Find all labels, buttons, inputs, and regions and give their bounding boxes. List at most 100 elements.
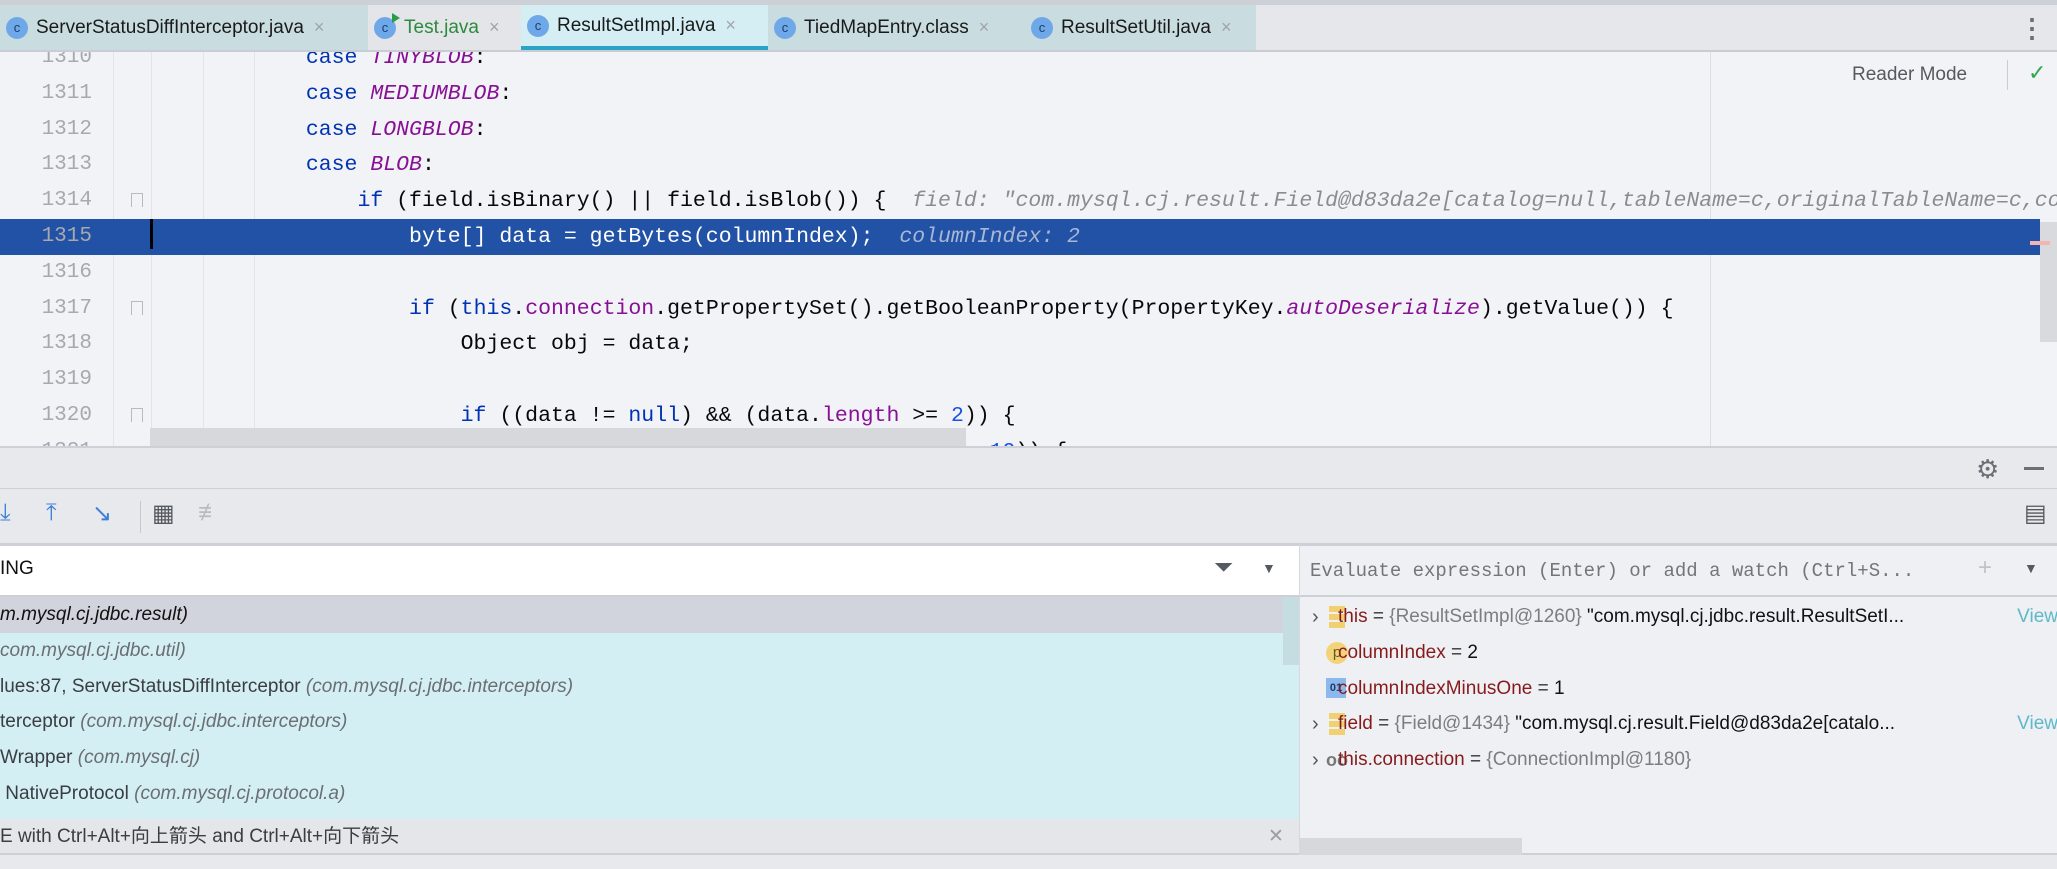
class-icon: c bbox=[774, 16, 796, 39]
editor-horizontal-scrollbar[interactable] bbox=[150, 428, 966, 446]
line-number[interactable]: 1312 bbox=[0, 112, 92, 148]
trace-stream-icon[interactable]: ≢ bbox=[198, 499, 222, 527]
line-number[interactable]: 1317 bbox=[0, 291, 92, 327]
stack-frame[interactable]: terceptor (com.mysql.cj.jdbc.interceptor… bbox=[0, 704, 1283, 740]
stack-frame[interactable]: lues:87, ServerStatusDiffInterceptor (co… bbox=[0, 669, 1283, 705]
variable-type: {ConnectionImpl@1180} bbox=[1486, 749, 1692, 771]
reader-mode-button[interactable]: Reader Mode bbox=[1852, 64, 1967, 86]
frames-filter[interactable]: ING ⏷ ▼ bbox=[0, 543, 1299, 597]
code-text: case MEDIUMBLOB: bbox=[151, 76, 512, 112]
error-stripe-mark[interactable] bbox=[2030, 241, 2050, 245]
code-text: byte[] data = getBytes(columnIndex); col… bbox=[151, 219, 1080, 255]
gear-icon[interactable]: ⚙ bbox=[1976, 454, 1999, 485]
run-to-cursor-icon[interactable]: ↘ bbox=[92, 499, 112, 528]
close-tab-icon[interactable]: × bbox=[979, 17, 990, 38]
code-token: ) && (data. bbox=[680, 404, 822, 428]
line-number[interactable]: 1318 bbox=[0, 326, 92, 362]
code-token: if bbox=[357, 189, 384, 214]
line-number[interactable]: 1311 bbox=[0, 76, 92, 112]
close-tab-icon[interactable]: × bbox=[314, 17, 325, 38]
variable-name: columnIndexMinusOne bbox=[1338, 677, 1533, 699]
line-number[interactable]: 1320 bbox=[0, 398, 92, 434]
frames-scrollbar[interactable] bbox=[1283, 597, 1299, 665]
fold-marker-icon[interactable] bbox=[131, 300, 143, 315]
variable-name: this bbox=[1338, 606, 1368, 627]
tab-tiedmapentry-class[interactable]: c TiedMapEntry.class × bbox=[768, 5, 1025, 50]
chevron-right-icon[interactable]: › bbox=[1312, 599, 1319, 635]
stack-frame[interactable]: m.mysql.cj.jdbc.result) bbox=[0, 597, 1283, 633]
code-line: 1316 bbox=[0, 255, 2040, 291]
inspection-ok-icon[interactable]: ✓ bbox=[2028, 60, 2046, 86]
frame-package: m.mysql.cj.jdbc.result) bbox=[0, 604, 188, 625]
tab-label: ServerStatusDiffInterceptor.java bbox=[36, 16, 304, 38]
thread-selector-value[interactable]: ING bbox=[0, 558, 34, 580]
add-watch-icon[interactable]: + bbox=[1978, 554, 1992, 582]
chevron-right-icon[interactable]: › bbox=[1312, 742, 1319, 778]
variable-row[interactable]: › this = {ResultSetImpl@1260} "com.mysql.… bbox=[1300, 599, 2057, 635]
variable-value: "com.mysql.cj.result.Field@d83da2e[catal… bbox=[1509, 713, 1896, 735]
stack-frame[interactable]: com.mysql.cj.jdbc.util) bbox=[0, 633, 1283, 669]
frame-package: (com.mysql.cj) bbox=[77, 747, 201, 769]
variable-row[interactable]: › field = {Field@1434} "com.mysql.cj.resu… bbox=[1300, 706, 2057, 742]
line-number[interactable]: 1313 bbox=[0, 147, 92, 183]
variable-row[interactable]: › oo this.connection = {ConnectionImpl@118… bbox=[1300, 742, 2057, 778]
code-text: if (this.connection.getPropertySet().get… bbox=[151, 291, 1673, 327]
line-number[interactable]: 1319 bbox=[0, 362, 92, 398]
line-number[interactable]: 1315 bbox=[0, 219, 92, 255]
tab-resultsetimpl-java[interactable]: c ResultSetImpl.java × bbox=[521, 5, 768, 50]
separator bbox=[2007, 60, 2008, 90]
code-token: : bbox=[421, 153, 435, 178]
variables-horizontal-scrollbar[interactable] bbox=[1299, 838, 1522, 855]
view-link[interactable]: View bbox=[2017, 599, 2057, 635]
fold-marker-icon[interactable] bbox=[131, 193, 143, 208]
fold-marker-icon[interactable] bbox=[131, 408, 143, 422]
code-token: )) { bbox=[963, 404, 1016, 428]
code-token: null bbox=[628, 404, 681, 428]
editor-vertical-scrollbar[interactable] bbox=[2040, 222, 2057, 342]
line-number[interactable]: 1314 bbox=[0, 183, 92, 219]
current-execution-line: 1315 byte[] data = getBytes(columnIndex)… bbox=[0, 219, 2040, 255]
more-tabs-icon[interactable]: ⋮ bbox=[2019, 13, 2045, 44]
chevron-right-icon[interactable]: › bbox=[1312, 706, 1319, 742]
close-tab-icon[interactable]: × bbox=[725, 15, 736, 36]
stack-frame[interactable]: Wrapper (com.mysql.cj) bbox=[0, 740, 1283, 776]
line-number[interactable]: 1310 bbox=[0, 52, 92, 76]
tab-label: TiedMapEntry.class bbox=[804, 16, 969, 38]
evaluate-expression-input[interactable] bbox=[1310, 554, 1960, 588]
code-editor[interactable]: 1310 case TINYBLOB: 1311 case MEDIUMBLOB:… bbox=[0, 52, 2057, 446]
layout-icon[interactable]: ▤ bbox=[2024, 499, 2047, 528]
variable-row[interactable]: 01 columnIndexMinusOne = 1 bbox=[1300, 671, 2057, 707]
step-out-icon[interactable]: ⤒ bbox=[46, 499, 57, 527]
minimize-icon[interactable] bbox=[2024, 467, 2044, 470]
step-into-icon[interactable]: ⤓ bbox=[0, 499, 11, 527]
code-token: : bbox=[473, 117, 487, 142]
tab-resultsetutil-java[interactable]: c ResultSetUtil.java × bbox=[1025, 5, 1256, 50]
line-number[interactable]: 1316 bbox=[0, 255, 92, 291]
code-token: case bbox=[305, 52, 358, 70]
frame-package: (com.mysql.cj.jdbc.interceptors) bbox=[305, 675, 574, 697]
tab-test-java[interactable]: c Test.java × bbox=[368, 5, 521, 50]
tab-serverstatusdiffinterceptor-java[interactable]: c ServerStatusDiffInterceptor.java × bbox=[0, 5, 368, 50]
evaluate-expression-icon[interactable]: ▦ bbox=[152, 499, 175, 528]
stack-frame[interactable]: NativeProtocol (com.mysql.cj.protocol.a) bbox=[0, 776, 1283, 812]
filter-icon[interactable]: ⏷ bbox=[1214, 554, 1233, 582]
close-tab-icon[interactable]: × bbox=[489, 17, 500, 38]
variable-value: "com.mysql.cj.jdbc.result.ResultSetI... bbox=[1581, 606, 1905, 627]
line-number[interactable]: 1321 bbox=[0, 434, 92, 446]
editor-tab-bar: c ServerStatusDiffInterceptor.java × c Test.… bbox=[0, 0, 2057, 52]
close-tab-icon[interactable]: × bbox=[1221, 17, 1232, 38]
chevron-down-icon[interactable]: ▼ bbox=[1262, 560, 1276, 576]
variable-row[interactable]: p columnIndex = 2 bbox=[1300, 635, 2057, 671]
code-line: 1312 case LONGBLOB: bbox=[0, 112, 2040, 148]
variable-name: columnIndex bbox=[1338, 641, 1446, 663]
view-link[interactable]: View bbox=[2017, 706, 2057, 742]
chevron-down-icon[interactable]: ▼ bbox=[2024, 560, 2038, 576]
frame-method: NativeProtocol bbox=[0, 783, 135, 804]
close-icon[interactable]: ✕ bbox=[1268, 819, 1284, 855]
code-token: ((data != bbox=[486, 404, 629, 428]
